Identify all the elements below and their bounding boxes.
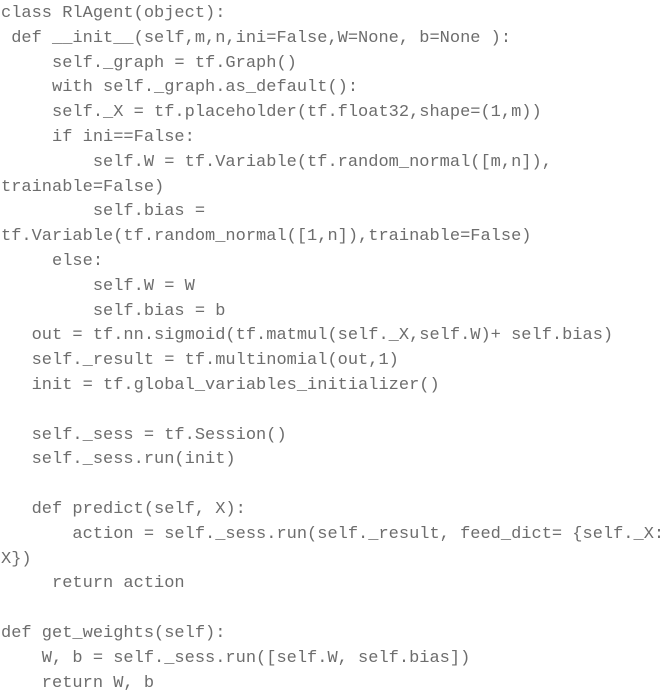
code-listing: class RlAgent(object): def __init__(self… <box>0 0 660 693</box>
code-line: tf.Variable(tf.random_normal([1,n]),trai… <box>1 227 532 247</box>
code-line: self._X = tf.placeholder(tf.float32,shap… <box>1 103 542 123</box>
code-line: trainable=False) <box>1 177 165 197</box>
code-line: self.W = W <box>1 276 195 296</box>
code-line: action = self._sess.run(self._result, fe… <box>1 524 660 544</box>
code-line: def predict(self, X): <box>1 499 246 519</box>
code-line: self.bias = <box>1 202 206 222</box>
code-line: return action <box>1 574 185 594</box>
code-line: init = tf.global_variables_initializer() <box>1 375 440 395</box>
code-line: def get_weights(self): <box>1 623 226 643</box>
code-line: return W, b <box>1 673 155 693</box>
code-line: self._graph = tf.Graph() <box>1 53 297 73</box>
code-line: self.bias = b <box>1 301 226 321</box>
code-line: self.W = tf.Variable(tf.random_normal([m… <box>1 152 552 172</box>
code-line: out = tf.nn.sigmoid(tf.matmul(self._X,se… <box>1 326 614 346</box>
code-line: self._result = tf.multinomial(out,1) <box>1 351 399 371</box>
code-line: def __init__(self,m,n,ini=False,W=None, … <box>1 28 512 48</box>
code-line: self._sess.run(init) <box>1 450 236 470</box>
code-line: if ini==False: <box>1 127 195 147</box>
code-line: else: <box>1 251 104 271</box>
code-line: class RlAgent(object): <box>1 4 226 23</box>
code-line: W, b = self._sess.run([self.W, self.bias… <box>1 648 471 668</box>
code-line: with self._graph.as_default(): <box>1 78 359 98</box>
code-line: self._sess = tf.Session() <box>1 425 287 445</box>
code-line: X}) <box>1 549 32 569</box>
